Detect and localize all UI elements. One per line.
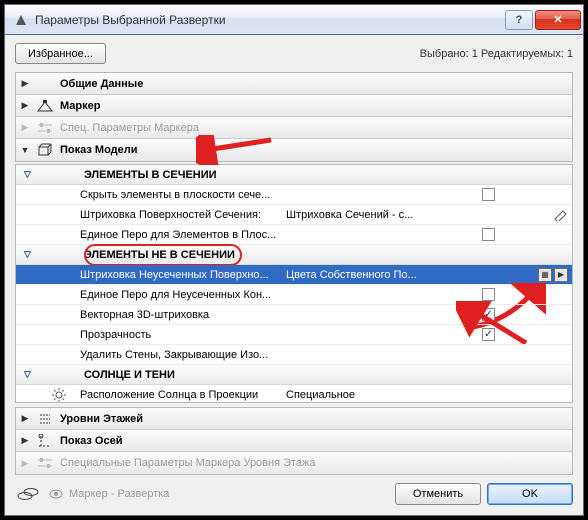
section-marker[interactable]: ▶ Маркер [16,95,572,117]
dialog-window: Параметры Выбранной Развертки ? ✕ Избран… [4,4,584,516]
popup-arrow-button[interactable]: ▶ [554,268,568,282]
section-general-data[interactable]: ▶ Общие Данные [16,73,572,95]
section-marker-params: ▶ Спец. Параметры Маркера [16,117,572,139]
top-row: Избранное... Выбрано: 1 Редактируемых: 1 [15,43,573,64]
model-display-panel: ▽ ЭЛЕМЕНТЫ В СЕЧЕНИИ Скрыть элементы в п… [15,164,573,403]
pen-icon [554,208,568,222]
row-section-surface-hatch[interactable]: Штриховка Поверхностей Сечения: Штриховк… [16,205,572,225]
sliders-icon [36,455,54,471]
footer: Маркер - Развертка Отменить OK [15,477,573,505]
checkbox[interactable] [482,188,495,201]
row-vector-3d-hatch[interactable]: Векторная 3D-штриховка [16,305,572,325]
model-icon [36,142,54,158]
chevron-right-icon: ▶ [20,458,30,469]
checkbox[interactable] [482,308,495,321]
chevron-right-icon: ▶ [20,78,30,89]
titlebar: Параметры Выбранной Развертки ? ✕ [5,5,583,35]
checkbox[interactable] [482,328,495,341]
dialog-body: Избранное... Выбрано: 1 Редактируемых: 1… [5,35,583,515]
section-story-levels[interactable]: ▶ Уровни Этажей [16,408,572,430]
blank-icon [36,76,54,92]
row-single-pen-uncut[interactable]: Единое Перо для Неусеченных Кон... [16,285,572,305]
layer-icon[interactable] [15,485,43,503]
section-model-display[interactable]: ▼ Показ Модели [16,139,572,161]
section-story-marker-params: ▶ Специальные Параметры Маркера Уровня Э… [16,452,572,474]
row-uncut-surface-hatch[interactable]: Штриховка Неусеченных Поверхно... Цвета … [16,265,572,285]
row-sun-position[interactable]: Расположение Солнца в Проекции Специальн… [16,385,572,402]
row-hide-elements-in-plane[interactable]: Скрыть элементы в плоскости сече... [16,185,572,205]
row-delete-covering-walls[interactable]: Удалить Стены, Закрывающие Изо... [16,345,572,365]
row-transparency[interactable]: Прозрачность [16,325,572,345]
group-sun-and-shadows[interactable]: ▽ СОЛНЦЕ И ТЕНИ [16,365,572,385]
axes-icon [36,433,54,449]
bottom-sections-panel: ▶ Уровни Этажей ▶ Показ Осей ▶ Специальн… [15,407,573,475]
layer-filter-text[interactable]: Маркер - Развертка [69,488,169,500]
annotation-arrow-icon [196,135,276,165]
favorites-button[interactable]: Избранное... [15,43,106,64]
chevron-right-icon: ▶ [20,413,30,424]
checkbox[interactable] [482,288,495,301]
group-elements-in-section[interactable]: ▽ ЭЛЕМЕНТЫ В СЕЧЕНИИ [16,165,572,185]
top-sections-panel: ▶ Общие Данные ▶ Маркер ▶ Спец. Параметр… [15,72,573,162]
row-single-pen-section[interactable]: Единое Перо для Элементов в Плос... [16,225,572,245]
eye-icon [49,487,63,501]
chevron-right-icon: ▶ [20,122,30,133]
app-icon [13,12,29,28]
chevron-right-icon: ▶ [20,100,30,111]
help-button[interactable]: ? [505,10,533,30]
chevron-down-icon: ▼ [20,145,30,155]
close-button[interactable]: ✕ [535,10,581,30]
sliders-icon [36,120,54,136]
chevron-down-icon: ▽ [24,169,36,180]
cancel-button[interactable]: Отменить [395,483,481,505]
chevron-down-icon: ▽ [24,369,36,380]
section-axis-display[interactable]: ▶ Показ Осей [16,430,572,452]
group-elements-not-in-section[interactable]: ▽ ЭЛЕМЕНТЫ НЕ В СЕЧЕНИИ [16,245,572,265]
popup-icon-button[interactable]: ▦ [538,268,552,282]
chevron-down-icon: ▽ [24,249,36,260]
sun-icon [52,388,66,402]
checkbox[interactable] [482,228,495,241]
ok-button[interactable]: OK [487,483,573,505]
levels-icon [36,411,54,427]
chevron-right-icon: ▶ [20,435,30,446]
camera-icon [36,98,54,114]
model-display-list[interactable]: ▽ ЭЛЕМЕНТЫ В СЕЧЕНИИ Скрыть элементы в п… [16,165,572,402]
selection-status: Выбрано: 1 Редактируемых: 1 [420,48,573,60]
window-title: Параметры Выбранной Развертки [35,13,505,27]
